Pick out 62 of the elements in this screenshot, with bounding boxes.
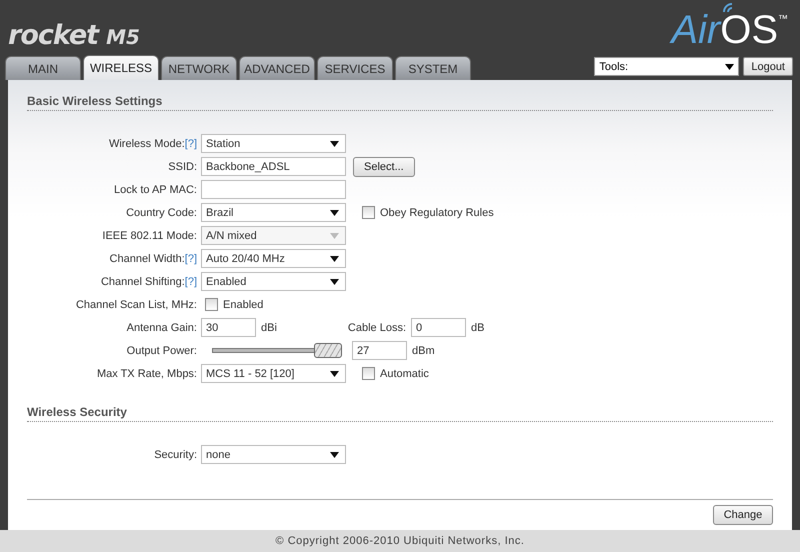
caret-icon (330, 452, 339, 458)
field-label: Lock to AP MAC: (114, 184, 197, 196)
section-title: Basic Wireless Settings (27, 94, 773, 111)
field-label: Wireless Mode: (108, 138, 185, 150)
tab[interactable]: WIRELESS (83, 55, 159, 80)
help-link[interactable]: [?] (184, 138, 197, 150)
field-label: Country Code: (126, 206, 197, 218)
field-label: Channel Scan List, MHz: (76, 298, 197, 310)
checkbox[interactable] (205, 298, 218, 311)
logout-button[interactable]: Logout (743, 57, 793, 76)
change-button[interactable]: Change (713, 505, 773, 525)
field-label: IEEE 802.11 Mode: (102, 230, 197, 242)
field-label: Channel Width: (110, 252, 185, 264)
field-label: Channel Shifting: (100, 276, 185, 288)
field-label: Output Power: (126, 344, 197, 356)
caret-icon (330, 232, 339, 238)
checkbox-label: Automatic (380, 368, 429, 380)
select-button[interactable]: Select... (353, 156, 415, 176)
tab[interactable]: ADVANCED (239, 56, 315, 80)
field-label: Max TX Rate, Mbps: (96, 368, 197, 380)
checkbox[interactable] (362, 206, 375, 219)
field-label: Cable Loss: (348, 322, 406, 334)
caret-icon (330, 140, 339, 146)
field-label: Antenna Gain: (126, 322, 197, 334)
section-title: Wireless Security (27, 405, 773, 422)
select-field[interactable]: none (201, 445, 346, 464)
caret-icon (330, 370, 339, 376)
tab[interactable]: MAIN (5, 56, 81, 80)
field-label: Security: (154, 448, 197, 460)
select-field[interactable]: MCS 11 - 52 [120] (201, 364, 346, 383)
select-field[interactable]: Station (201, 134, 346, 153)
input-field[interactable]: Backbone_ADSL (201, 157, 346, 176)
field-label: SSID: (168, 160, 197, 172)
input-field[interactable] (201, 180, 346, 199)
product-logo: rocket M5 (8, 20, 140, 51)
unit-label: dB (471, 322, 484, 334)
tab[interactable]: SERVICES (317, 56, 393, 80)
unit-label: dBm (412, 344, 435, 356)
caret-icon (330, 256, 339, 262)
help-link[interactable]: [?] (184, 252, 197, 264)
checkbox-label: Enabled (223, 298, 264, 310)
unit-label: dBi (261, 322, 277, 334)
input-field[interactable]: 30 (201, 318, 256, 337)
tab[interactable]: NETWORK (161, 56, 237, 80)
brand-logo: AirOS™ (671, 13, 788, 47)
select-field[interactable]: Enabled (201, 272, 346, 291)
help-link[interactable]: [?] (184, 276, 197, 288)
caret-icon (330, 210, 339, 216)
caret-icon (725, 64, 734, 70)
checkbox-label: Obey Regulatory Rules (380, 206, 494, 218)
slider[interactable] (212, 343, 342, 358)
input-field[interactable]: 0 (411, 318, 466, 337)
tools-dropdown[interactable]: Tools: (594, 57, 740, 76)
slider-thumb[interactable] (314, 343, 342, 358)
tab[interactable]: SYSTEM (395, 56, 471, 80)
checkbox[interactable] (362, 367, 375, 380)
caret-icon (330, 278, 339, 284)
select-field[interactable]: Brazil (201, 203, 346, 222)
select-field: A/N mixed (201, 226, 346, 245)
copyright-text: © Copyright 2006-2010 Ubiquiti Networks, Inc. (276, 535, 524, 547)
select-field[interactable]: Auto 20/40 MHz (201, 249, 346, 268)
input-field[interactable]: 27 (352, 341, 407, 360)
